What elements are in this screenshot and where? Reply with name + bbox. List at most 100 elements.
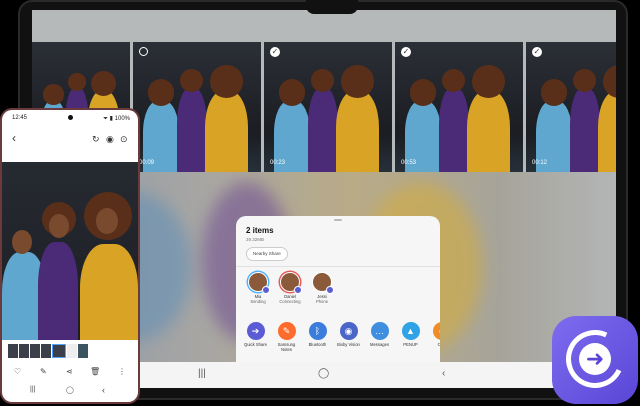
person-figure bbox=[569, 87, 601, 172]
filmstrip[interactable] bbox=[8, 344, 88, 358]
selected-check-icon[interactable]: ✓ bbox=[270, 47, 280, 57]
person-figure bbox=[307, 87, 339, 172]
contact-item[interactable]: Jessi Phone bbox=[310, 272, 334, 312]
person-hair bbox=[43, 84, 64, 105]
status-bar: 12:45 ⏷ ▮ 100% bbox=[2, 110, 138, 126]
filmstrip-item[interactable] bbox=[8, 344, 18, 358]
person-head bbox=[12, 230, 32, 254]
share-app-bluetooth[interactable]: ᛒ Bluetooth bbox=[304, 322, 331, 358]
quick-share-badge-icon bbox=[326, 286, 334, 294]
nearby-share-button[interactable]: Nearby Share bbox=[246, 247, 288, 261]
unselected-circle-icon[interactable] bbox=[139, 47, 148, 56]
contact-status: Sending bbox=[250, 299, 266, 304]
favorite-icon[interactable]: ♡ bbox=[14, 367, 21, 376]
contact-item[interactable]: Mia Sending bbox=[246, 272, 270, 312]
contact-status: Connecting bbox=[279, 299, 301, 304]
home-icon[interactable]: ◯ bbox=[66, 386, 74, 394]
delete-icon[interactable]: 🗑 bbox=[90, 367, 100, 376]
app-label: Bluetooth bbox=[308, 342, 327, 347]
share-app-messages[interactable]: … Messages bbox=[366, 322, 393, 358]
notes-icon: ✎ bbox=[277, 322, 296, 340]
front-camera bbox=[68, 115, 73, 120]
share-icon[interactable]: ⋖ bbox=[66, 367, 73, 376]
back-icon[interactable]: ‹ bbox=[12, 131, 16, 145]
person-hair bbox=[147, 78, 175, 106]
person-hair bbox=[68, 73, 86, 91]
video-duration: 00:12 bbox=[532, 160, 548, 166]
person-figure bbox=[38, 242, 78, 340]
phone-toolbar: ‹ ↻ ◉ ⊙ bbox=[2, 131, 138, 148]
share-app-notes[interactable]: ✎ Samsung Notes bbox=[273, 322, 300, 358]
contacts-icon: ● bbox=[432, 322, 440, 340]
sheet-title: 2 items bbox=[246, 226, 274, 235]
phone-device: 12:45 ⏷ ▮ 100% ‹ ↻ ◉ ⊙ ♡ ✎ ⋖ 🗑 ⋮ ||| ◯ ‹ bbox=[0, 108, 140, 404]
rotate-icon[interactable]: ↻ bbox=[92, 134, 100, 145]
app-label: Quick Share bbox=[243, 342, 268, 347]
home-icon[interactable]: ◯ bbox=[318, 368, 329, 379]
status-icons: ⏷ ▮ 100% bbox=[103, 116, 130, 122]
eye-icon: ◉ bbox=[339, 322, 358, 340]
more-options-icon[interactable]: ⋮ bbox=[118, 367, 126, 376]
person-figure bbox=[80, 244, 138, 340]
quick-share-icon: ➔ bbox=[246, 322, 265, 340]
video-duration: 00:23 bbox=[270, 160, 286, 166]
quick-share-arrow-icon: ➜ bbox=[579, 343, 611, 375]
app-label: PENUP bbox=[403, 342, 418, 347]
person-hair bbox=[209, 65, 243, 98]
quick-share-badge-icon bbox=[294, 286, 302, 294]
share-app-quick-share[interactable]: ➔ Quick Share bbox=[242, 322, 269, 358]
share-app-penup[interactable]: ▲ PENUP bbox=[397, 322, 424, 358]
contact-item[interactable]: Daniel Connecting bbox=[278, 272, 302, 312]
back-icon[interactable]: ‹ bbox=[442, 368, 445, 379]
avatar bbox=[312, 272, 334, 294]
person-hair bbox=[340, 65, 374, 98]
person-hair bbox=[278, 78, 306, 106]
recents-icon[interactable]: ||| bbox=[30, 386, 35, 393]
avatar bbox=[248, 272, 270, 294]
selected-check-icon[interactable]: ✓ bbox=[532, 47, 542, 57]
penup-icon: ▲ bbox=[401, 322, 420, 340]
app-label: Con bbox=[437, 342, 440, 347]
filmstrip-item-active[interactable] bbox=[52, 344, 66, 358]
eye-icon[interactable]: ◉ bbox=[106, 134, 114, 145]
photo-thumbnail[interactable]: 00:09 bbox=[133, 42, 261, 172]
person-hair bbox=[471, 65, 505, 98]
app-list: ➔ Quick Share ✎ Samsung Notes ᛒ Bluetooth ◉ Bix… bbox=[242, 322, 440, 358]
recents-icon[interactable]: ||| bbox=[198, 368, 206, 379]
selected-check-icon[interactable]: ✓ bbox=[401, 47, 411, 57]
filmstrip-item[interactable] bbox=[78, 344, 88, 358]
app-label: Samsung Notes bbox=[277, 342, 296, 352]
person-figure bbox=[176, 87, 208, 172]
filmstrip-item[interactable] bbox=[19, 344, 29, 358]
share-app-eye[interactable]: ◉ Bixby Vision bbox=[335, 322, 362, 358]
video-duration: 00:53 bbox=[401, 160, 417, 166]
contact-list: Mia Sending Daniel Connecting Jessi Phone bbox=[246, 272, 334, 312]
photo-viewer[interactable] bbox=[2, 162, 138, 340]
person-figure bbox=[466, 91, 511, 172]
person-figure bbox=[204, 91, 249, 172]
share-sheet: 2 items 29.32MB Nearby Share Mia Sending D… bbox=[236, 216, 440, 362]
sheet-size: 29.32MB bbox=[246, 237, 265, 242]
app-label: Messages bbox=[369, 342, 390, 347]
messages-icon: … bbox=[370, 322, 389, 340]
share-app-contacts[interactable]: ● Con bbox=[428, 322, 440, 358]
filmstrip-item[interactable] bbox=[67, 344, 77, 358]
quick-share-logo: ➜ bbox=[552, 316, 638, 404]
sheet-divider bbox=[236, 266, 440, 267]
remaster-icon[interactable]: ⊙ bbox=[120, 134, 128, 145]
bluetooth-icon: ᛒ bbox=[308, 322, 327, 340]
filmstrip-item[interactable] bbox=[30, 344, 40, 358]
edit-icon[interactable]: ✎ bbox=[40, 367, 47, 376]
person-figure bbox=[438, 87, 470, 172]
photo-thumbnail[interactable]: ✓ 00:23 bbox=[264, 42, 392, 172]
avatar bbox=[280, 272, 302, 294]
video-duration: 00:09 bbox=[139, 160, 155, 166]
person-hair bbox=[540, 78, 568, 106]
filmstrip-item[interactable] bbox=[41, 344, 51, 358]
photo-thumbnail[interactable]: ✓ 00:12 bbox=[526, 42, 616, 172]
person-head bbox=[96, 208, 118, 234]
sheet-grabber[interactable] bbox=[334, 219, 342, 221]
contact-status: Phone bbox=[315, 299, 329, 304]
photo-thumbnail[interactable]: ✓ 00:53 bbox=[395, 42, 523, 172]
back-icon[interactable]: ‹ bbox=[102, 385, 105, 395]
